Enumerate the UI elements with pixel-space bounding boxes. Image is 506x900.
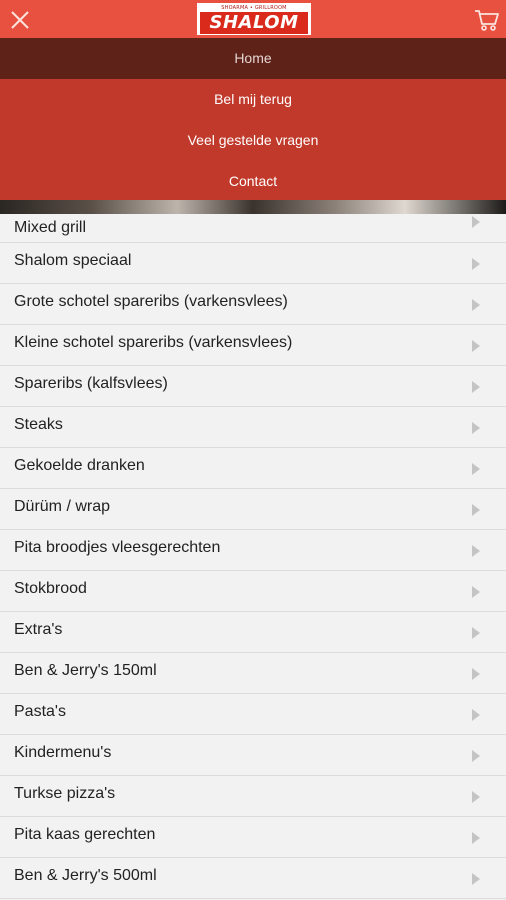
category-label: Steaks [14,416,63,433]
category-row[interactable]: Pita kaas gerechten [0,817,506,858]
category-label: Ben & Jerry's 150ml [14,662,157,679]
category-label: Kleine schotel spareribs (varkensvlees) [14,334,293,351]
cart-button[interactable] [474,8,500,32]
chevron-right-icon [472,299,480,311]
category-label: Stokbrood [14,580,87,597]
chevron-right-icon [472,340,480,352]
category-label: Kindermenu's [14,744,112,761]
close-icon [11,11,29,29]
category-row[interactable]: Grote schotel spareribs (varkensvlees) [0,284,506,325]
category-label: Dürüm / wrap [14,498,111,515]
shalom-logo: SHOARMA • GRILLROOM SHALOM [197,3,311,35]
category-label: Extra's [14,621,63,638]
chevron-right-icon [472,216,480,228]
category-label: Grote schotel spareribs (varkensvlees) [14,293,288,310]
category-label: Pita broodjes vleesgerechten [14,539,221,556]
category-label: Mixed grill [14,219,87,236]
chevron-right-icon [472,791,480,803]
menu-item-contact[interactable]: Contact [0,161,506,202]
nav-menu: Home Bel mij terug Veel gestelde vragen … [0,38,506,200]
chevron-right-icon [472,545,480,557]
category-row[interactable]: Pita broodjes vleesgerechten [0,530,506,571]
category-row[interactable]: Dürüm / wrap [0,489,506,530]
category-label: Pita kaas gerechten [14,826,156,843]
chevron-right-icon [472,463,480,475]
category-row[interactable]: Shalom speciaal [0,243,506,284]
category-row[interactable]: Mixed grill [0,200,506,243]
category-row[interactable]: Pasta's [0,694,506,735]
chevron-right-icon [472,381,480,393]
chevron-right-icon [472,832,480,844]
category-row[interactable]: Stokbrood [0,571,506,612]
logo-tagline: SHOARMA • GRILLROOM [221,5,287,11]
chevron-right-icon [472,668,480,680]
chevron-right-icon [472,709,480,721]
category-label: Turkse pizza's [14,785,116,802]
category-row[interactable]: Steaks [0,407,506,448]
category-list: Mixed grill Shalom speciaal Grote schotel … [0,200,506,899]
category-row[interactable]: Turkse pizza's [0,776,506,817]
category-row[interactable]: Kindermenu's [0,735,506,776]
category-row[interactable]: Gekoelde dranken [0,448,506,489]
category-label: Spareribs (kalfsvlees) [14,375,168,392]
category-row[interactable]: Spareribs (kalfsvlees) [0,366,506,407]
chevron-right-icon [472,422,480,434]
category-row[interactable]: Ben & Jerry's 500ml [0,858,506,899]
menu-item-bel-mij-terug[interactable]: Bel mij terug [0,79,506,120]
category-row[interactable]: Kleine schotel spareribs (varkensvlees) [0,325,506,366]
menu-item-home[interactable]: Home [0,38,506,79]
chevron-right-icon [472,258,480,270]
chevron-right-icon [472,750,480,762]
menu-item-faq[interactable]: Veel gestelde vragen [0,120,506,161]
category-row[interactable]: Extra's [0,612,506,653]
category-row[interactable]: Ben & Jerry's 150ml [0,653,506,694]
logo-name: SHALOM [200,12,308,34]
chevron-right-icon [472,586,480,598]
category-label: Shalom speciaal [14,252,132,269]
cart-icon [475,10,499,31]
chevron-right-icon [472,873,480,885]
close-menu-button[interactable] [8,8,32,32]
chevron-right-icon [472,504,480,516]
category-label: Pasta's [14,703,66,720]
category-label: Gekoelde dranken [14,457,145,474]
app-header: SHOARMA • GRILLROOM SHALOM [0,0,506,38]
category-label: Ben & Jerry's 500ml [14,867,157,884]
chevron-right-icon [472,627,480,639]
